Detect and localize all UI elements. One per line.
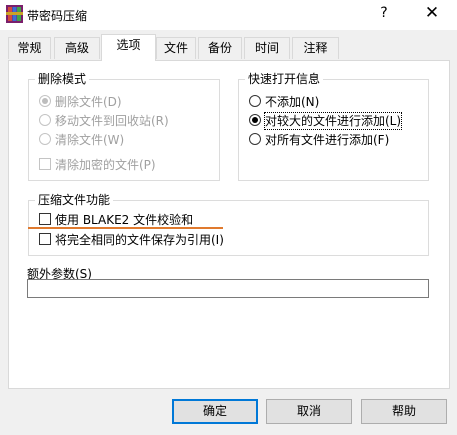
checkbox-indicator	[39, 233, 51, 245]
compress-features-title: 压缩文件功能	[35, 192, 114, 208]
title-bar: 带密码压缩 ? ✕	[0, 0, 457, 30]
ok-button[interactable]: 确定	[172, 399, 258, 424]
wipe-encrypted-label: 清除加密的文件(P)	[55, 158, 156, 172]
options-panel: 删除模式 删除文件(D) 移动文件到回收站(R) 清除文件(W) 清除加密的文件…	[8, 60, 450, 389]
checkbox-indicator	[39, 158, 51, 170]
radio-indicator	[249, 133, 261, 145]
store-identical-as-reference-label: 将完全相同的文件保存为引用(I)	[55, 233, 224, 247]
window-title: 带密码压缩	[27, 9, 88, 23]
delete-mode-group: 删除模式 删除文件(D) 移动文件到回收站(R) 清除文件(W) 清除加密的文件…	[28, 71, 220, 181]
tab-backup[interactable]: 备份	[198, 37, 242, 59]
extra-params-input[interactable]	[27, 279, 429, 298]
radio-indicator	[39, 114, 51, 126]
tab-advanced[interactable]: 高级	[54, 37, 100, 59]
radio-indicator	[249, 95, 261, 107]
blake2-checksum-label: 使用 BLAKE2 文件校验和	[55, 213, 194, 227]
help-title-button[interactable]: ?	[374, 5, 394, 21]
quick-open-group: 快速打开信息 不添加(N) 对较大的文件进行添加(L) 对所有文件进行添加(F)	[238, 71, 429, 181]
add-for-all-files-label: 对所有文件进行添加(F)	[265, 133, 390, 147]
cancel-button[interactable]: 取消	[266, 399, 352, 424]
tab-options[interactable]: 选项	[101, 34, 156, 61]
delete-mode-title: 删除模式	[35, 71, 90, 87]
radio-indicator	[39, 133, 51, 145]
tab-time[interactable]: 时间	[244, 37, 290, 59]
do-not-add-label: 不添加(N)	[265, 95, 320, 109]
winrar-app-icon	[6, 5, 23, 23]
move-to-recycle-bin-label: 移动文件到回收站(R)	[55, 114, 169, 128]
radio-indicator	[39, 95, 51, 107]
wipe-files-label: 清除文件(W)	[55, 133, 125, 147]
tab-general[interactable]: 常规	[8, 37, 51, 59]
tab-comment[interactable]: 注释	[292, 37, 339, 59]
radio-indicator	[249, 114, 261, 126]
delete-files-label: 删除文件(D)	[55, 95, 122, 109]
quick-open-title: 快速打开信息	[245, 71, 324, 87]
highlight-underline	[28, 227, 223, 229]
help-button[interactable]: 帮助	[361, 399, 447, 424]
close-button[interactable]: ✕	[422, 3, 442, 23]
tab-files[interactable]: 文件	[156, 37, 196, 59]
checkbox-indicator	[39, 213, 51, 225]
add-for-large-files-label: 对较大的文件进行添加(L)	[263, 112, 403, 130]
